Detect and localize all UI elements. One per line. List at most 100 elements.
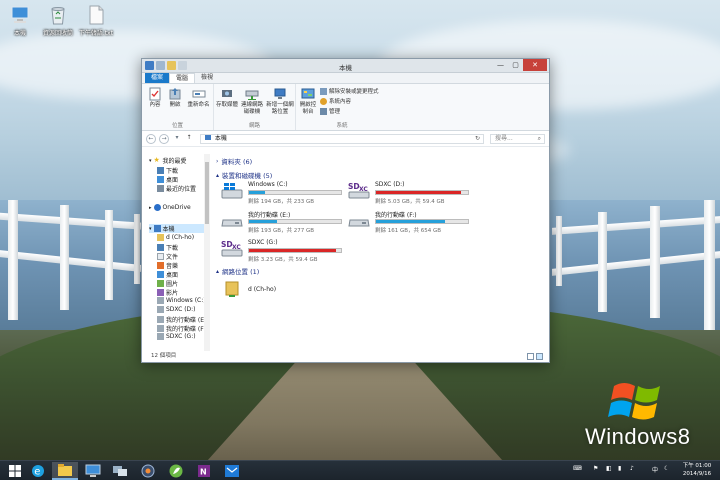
network-icon[interactable]: ▮ <box>618 465 621 472</box>
rename-button[interactable]: 重新命名 <box>185 87 212 109</box>
manage-button[interactable]: 管理 <box>320 107 340 115</box>
minimize-button[interactable]: — <box>493 59 508 71</box>
section-folders[interactable]: › 資料夾 (6) <box>216 156 252 167</box>
nav-recent[interactable]: 最近的位置 <box>157 184 196 193</box>
tab-computer[interactable]: 電腦 <box>169 73 196 83</box>
map-network-drive-button[interactable]: 連線網路磁碟機 <box>239 87 265 115</box>
fence-post <box>8 200 18 320</box>
system-clock[interactable]: 下午 01:00 2014/9/16 <box>676 463 718 478</box>
taskbar: e N ⌨ ⚑ ◧ ▮ ♪ 中 ☾ 下午 01:00 2014/9/16 <box>0 460 720 480</box>
open-button[interactable]: 開啟 <box>165 87 185 109</box>
drive-item-f[interactable]: 我的行動碟 (F:) 剩餘 161 GB，共 654 GB <box>347 210 472 234</box>
ribbon-group-network: 存取媒體 連線網路磁碟機 新增一個網路位置 網路 <box>214 84 296 130</box>
pictures-icon <box>157 280 164 287</box>
close-button[interactable]: ✕ <box>523 59 547 71</box>
ribbon-button-label: 開啟 <box>169 102 181 108</box>
taskbar-onenote[interactable]: N <box>191 462 217 480</box>
taskbar-app-leaf[interactable] <box>163 462 189 480</box>
file-explorer-window: 本機 — ▢ ✕ 檔案 電腦 檢視 內容 開啟 重新命名 位置 存取媒體 連線網… <box>141 58 550 363</box>
nav-label: 桌面 <box>166 177 179 184</box>
ime-mode-icon[interactable]: ☾ <box>664 465 669 472</box>
nav-favorites[interactable]: ▾ ★ 我的最愛 <box>149 156 187 166</box>
system-properties-button[interactable]: 系統內容 <box>320 97 351 105</box>
forward-button[interactable]: → <box>159 134 169 144</box>
tab-view[interactable]: 檢視 <box>195 73 219 83</box>
taskbar-app-network[interactable] <box>107 462 133 480</box>
nav-label: 下載 <box>166 245 179 252</box>
taskbar-app-media[interactable] <box>135 462 161 480</box>
back-button[interactable]: ← <box>146 134 156 144</box>
manage-icon <box>320 107 327 115</box>
nav-item[interactable]: 影片 <box>157 288 178 297</box>
nav-item[interactable]: SDXC (D:) <box>157 306 196 313</box>
ribbon-tabs: 檔案 電腦 檢視 <box>142 73 549 84</box>
tray-app-icon[interactable]: ◧ <box>606 465 612 472</box>
tab-file[interactable]: 檔案 <box>145 73 170 83</box>
up-button[interactable]: ↑ <box>184 134 194 144</box>
drive-name: SDXC (G:) <box>248 239 278 246</box>
nav-label: 圖片 <box>166 281 179 288</box>
refresh-button[interactable]: ↻ <box>475 135 480 143</box>
nav-label: 我的最愛 <box>162 158 187 165</box>
windows8-brand-text: Windows8 <box>585 424 691 449</box>
nav-item[interactable]: Windows (C:) <box>157 297 206 304</box>
nav-item[interactable]: 圖片 <box>157 279 178 288</box>
input-language-indicator[interactable]: 中 <box>652 465 658 474</box>
volume-icon[interactable]: ♪ <box>630 465 634 472</box>
ribbon-group-location: 內容 開啟 重新命名 位置 <box>142 84 214 130</box>
open-control-panel-button[interactable]: 開啟控制台 <box>298 87 318 115</box>
uninstall-program-button[interactable]: 解除安裝或變更程式 <box>320 87 379 95</box>
taskbar-app-monitor[interactable] <box>80 462 106 480</box>
keyboard-icon[interactable]: ⌨ <box>573 465 582 472</box>
videos-icon <box>157 289 164 296</box>
section-devices[interactable]: ▴ 裝置和磁碟機 (5) <box>216 170 272 181</box>
nav-downloads-fav[interactable]: 下載 <box>157 166 178 175</box>
music-icon <box>157 262 164 269</box>
ribbon-group-system: 開啟控制台 解除安裝或變更程式 系統內容 管理 系統 <box>296 84 388 130</box>
search-input[interactable]: 搜尋... ⌕ <box>490 134 545 144</box>
navigation-scrollbar[interactable] <box>204 154 210 351</box>
drive-usage-bar <box>375 190 469 195</box>
nav-this-pc[interactable]: ▾ 本機 <box>149 224 205 233</box>
section-network[interactable]: ▴ 網路位置 (1) <box>216 266 259 277</box>
nav-desktop-fav[interactable]: 桌面 <box>157 175 178 184</box>
taskbar-mail[interactable] <box>219 462 245 480</box>
nav-item[interactable]: 文件 <box>157 252 178 261</box>
computer-icon <box>153 225 161 232</box>
nav-item[interactable]: 音樂 <box>157 261 178 270</box>
recent-locations-button[interactable]: ▾ <box>172 134 182 144</box>
details-view-button[interactable] <box>527 353 534 360</box>
chevron-down-icon: ▴ <box>216 267 220 275</box>
address-input[interactable]: 本機 ↻ <box>200 134 484 144</box>
nav-item[interactable]: 下載 <box>157 243 178 252</box>
nav-item[interactable]: d (Ch-ho) <box>157 234 194 241</box>
access-media-button[interactable]: 存取媒體 <box>216 87 238 109</box>
add-network-location-button[interactable]: 新增一個網路位置 <box>266 87 294 115</box>
onenote-icon: N <box>198 465 210 477</box>
nav-item[interactable]: 桌面 <box>157 270 178 279</box>
nav-item[interactable]: 我的行動碟 (E <box>157 315 204 324</box>
sd-logo-sub: XC <box>232 244 241 251</box>
taskbar-ie[interactable]: e <box>25 462 51 480</box>
scrollbar-thumb[interactable] <box>205 162 209 224</box>
drive-item-c[interactable]: Windows (C:) 剩餘 194 GB，共 233 GB <box>220 181 345 205</box>
network-location-item[interactable]: d (Ch-ho) <box>220 279 345 303</box>
flag-notification-icon[interactable]: ⚑ <box>593 465 598 472</box>
large-icons-view-button[interactable] <box>536 353 543 360</box>
status-bar: 12 個項目 <box>142 351 549 362</box>
nav-item[interactable]: 我的行動碟 (F <box>157 324 204 333</box>
maximize-button[interactable]: ▢ <box>508 59 523 71</box>
mail-icon <box>225 465 239 477</box>
desktop-icon-text-file[interactable]: 下午韓語.txt <box>70 4 122 37</box>
properties-button[interactable]: 內容 <box>145 87 165 109</box>
drive-item-g[interactable]: SD XC SDXC (G:) 剩餘 3.23 GB，共 59.4 GB <box>220 239 345 263</box>
window-titlebar[interactable]: 本機 — ▢ ✕ <box>142 59 549 73</box>
ribbon-group-label: 系統 <box>336 123 348 129</box>
taskbar-file-explorer[interactable] <box>52 462 78 480</box>
nav-onedrive[interactable]: ▸ OneDrive <box>149 204 191 211</box>
drive-usage-fill <box>249 220 277 223</box>
nav-item[interactable]: SDXC (G:) <box>157 333 196 340</box>
drive-item-e[interactable]: 我的行動碟 (E:) 剩餘 193 GB，共 277 GB <box>220 210 345 234</box>
drive-space-info: 剩餘 3.23 GB，共 59.4 GB <box>248 257 318 263</box>
drive-item-d[interactable]: SD XC SDXC (D:) 剩餘 5.03 GB，共 59.4 GB <box>347 181 472 205</box>
